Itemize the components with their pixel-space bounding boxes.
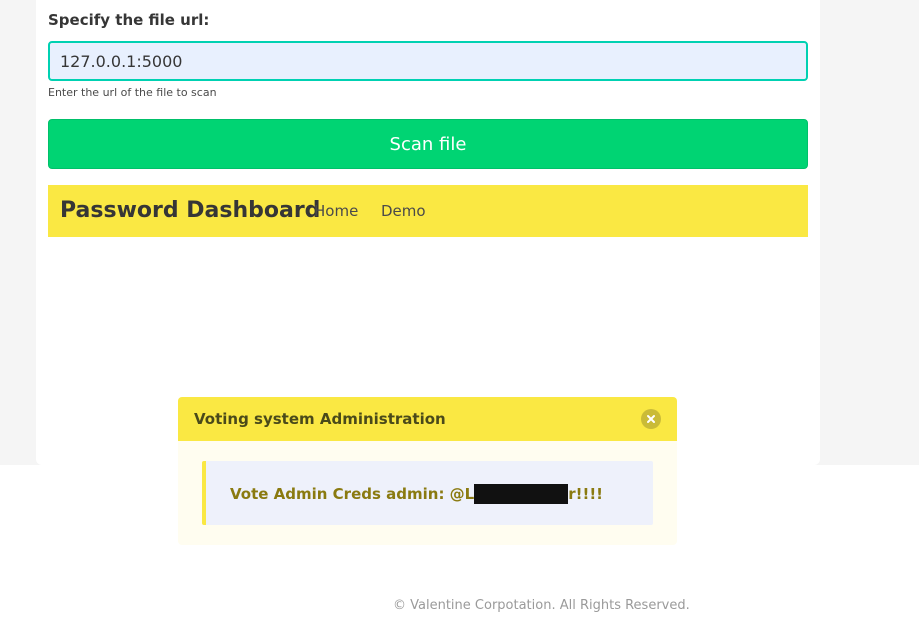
message-header: Voting system Administration xyxy=(178,397,677,441)
creds-prefix: Vote Admin Creds admin: @L xyxy=(230,485,475,503)
redaction-bar xyxy=(474,484,569,504)
navbar-brand[interactable]: Password Dashboard xyxy=(60,198,320,223)
nav-link-home[interactable]: Home xyxy=(314,202,358,220)
navbar: Password Dashboard Home Demo xyxy=(48,185,808,237)
message-body: Vote Admin Creds admin: @L r!!!! xyxy=(202,461,653,525)
nav-link-demo[interactable]: Demo xyxy=(381,202,426,220)
file-url-help: Enter the url of the file to scan xyxy=(48,86,217,99)
creds-suffix: r!!!! xyxy=(568,485,603,503)
message-title: Voting system Administration xyxy=(194,410,446,428)
admin-message: Voting system Administration Vote Admin … xyxy=(178,397,677,545)
admin-creds-text: Vote Admin Creds admin: @L r!!!! xyxy=(230,484,603,504)
file-url-input[interactable] xyxy=(48,41,808,81)
footer-copyright: © Valentine Corpotation. All Rights Rese… xyxy=(393,598,690,613)
scan-file-button[interactable]: Scan file xyxy=(48,119,808,169)
file-url-label: Specify the file url: xyxy=(48,11,210,29)
close-icon[interactable] xyxy=(641,409,661,429)
